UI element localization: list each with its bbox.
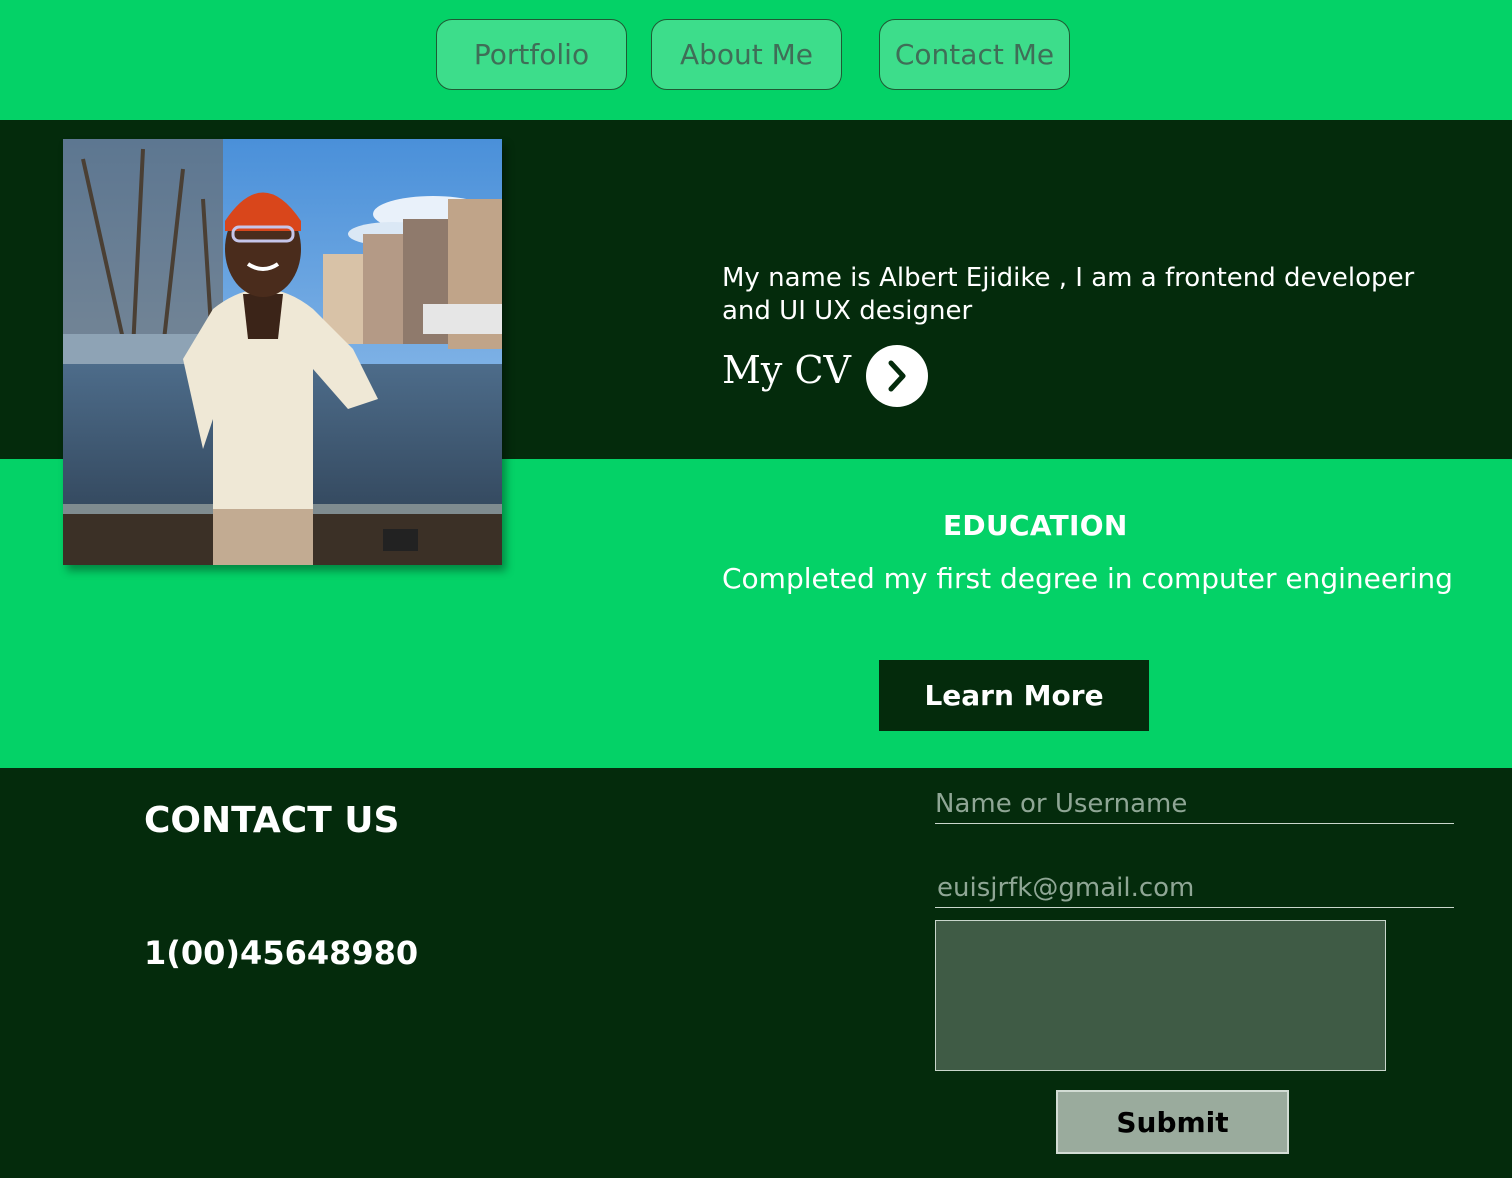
chevron-right-icon <box>888 360 906 392</box>
message-textarea[interactable] <box>935 920 1386 1071</box>
cv-button[interactable] <box>866 345 928 407</box>
email-input[interactable] <box>935 872 1454 908</box>
top-nav: Portfolio About Me Contact Me <box>0 0 1512 120</box>
nav-contact-button[interactable]: Contact Me <box>879 19 1070 90</box>
profile-photo <box>63 139 502 565</box>
nav-contact-label: Contact Me <box>894 38 1055 71</box>
nav-about-label: About Me <box>679 38 814 71</box>
intro-text: My name is Albert Ejidike , I am a front… <box>722 263 1415 326</box>
nav-portfolio-label: Portfolio <box>473 38 590 71</box>
cv-label: My CV <box>722 348 851 392</box>
education-title: EDUCATION <box>943 509 1128 542</box>
learn-more-button[interactable]: Learn More <box>879 660 1149 731</box>
phone-number: 1(00)45648980 <box>144 934 419 972</box>
nav-about-button[interactable]: About Me <box>651 19 842 90</box>
education-text: Completed my first degree in computer en… <box>722 562 1453 595</box>
contact-title: CONTACT US <box>144 800 400 841</box>
name-input[interactable] <box>935 788 1454 824</box>
nav-portfolio-button[interactable]: Portfolio <box>436 19 627 90</box>
submit-button[interactable]: Submit <box>1056 1090 1289 1154</box>
